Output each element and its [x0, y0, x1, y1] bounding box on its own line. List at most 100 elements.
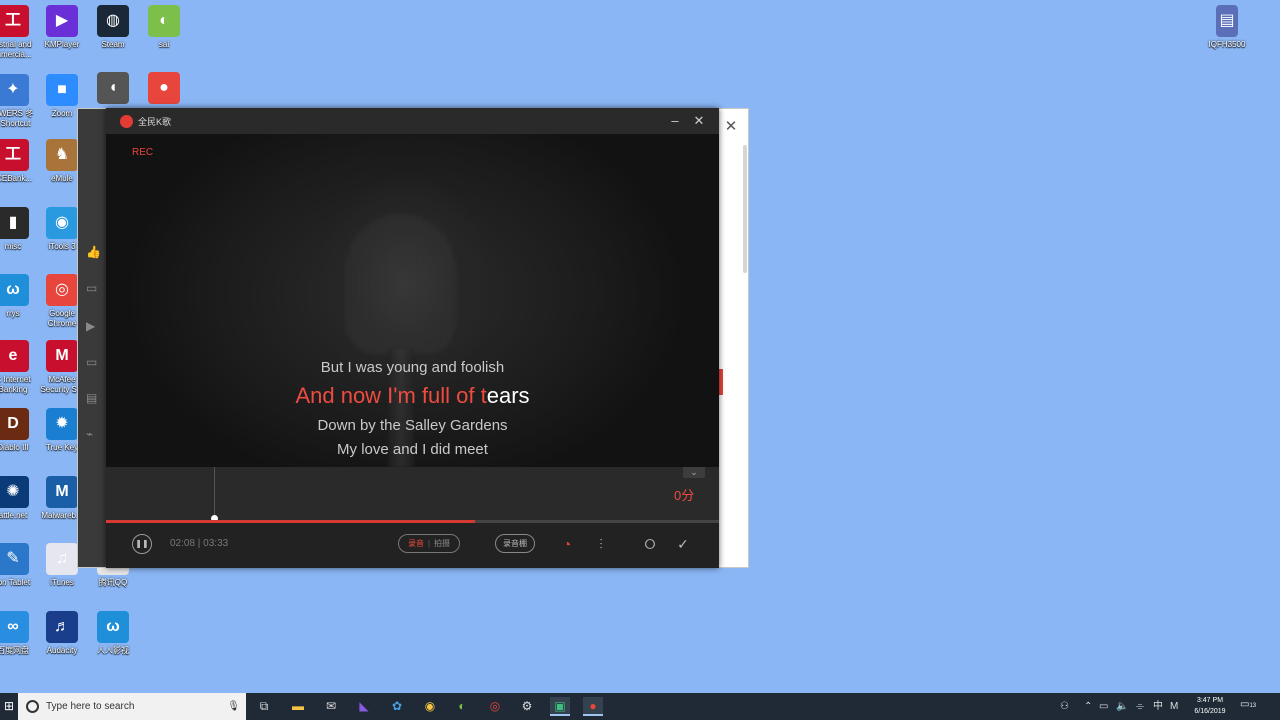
karaoke-taskbar-icon[interactable]: ●: [583, 697, 603, 716]
document-shortcut[interactable]: ▤ IQFH3500: [1200, 5, 1254, 50]
bank-shortcut[interactable]: 工 ICEBank...: [0, 139, 40, 184]
shortcut-label: Audacity: [46, 646, 78, 655]
taskbar-search[interactable]: Type here to search 🎙: [18, 693, 246, 720]
like-icon[interactable]: 👍: [86, 245, 102, 259]
shortcut-label: 腾讯QQ: [98, 578, 128, 587]
karaoke-window[interactable]: 全民K歌 – ✕ REC But I was young and foolish…: [106, 108, 719, 568]
shortcut-label: attle.net: [0, 511, 28, 520]
volume-icon[interactable]: 🔈: [1116, 693, 1128, 720]
rrys-shortcut[interactable]: ω 人人影视: [86, 611, 140, 656]
people-icon[interactable]: ⚇: [1060, 693, 1069, 720]
shortcut-label: rrys: [6, 309, 20, 318]
clock[interactable]: 3:47 PM 6/16/2019: [1186, 695, 1234, 717]
shortcut-label: C Internet Banking: [0, 375, 31, 394]
app-icon[interactable]: ✿: [387, 697, 407, 716]
karaoke-shortcut[interactable]: ●: [137, 72, 191, 107]
chevron-up-icon[interactable]: ⌃: [1084, 693, 1092, 720]
folder-shortcut[interactable]: ▮ misc: [0, 207, 40, 252]
diablo-icon: D: [0, 408, 29, 440]
video-icon[interactable]: ▶: [86, 319, 102, 333]
kmplayer-shortcut[interactable]: ▶ KMPlayer: [35, 5, 89, 50]
shortcut-label: OWERS 冬 - Shortcut: [0, 109, 34, 128]
emule-icon: ♞: [46, 139, 78, 171]
truekey-icon: ✹: [46, 408, 78, 440]
microphone-icon[interactable]: 🎙: [227, 701, 240, 712]
tray-app-icon[interactable]: ▭: [1099, 693, 1108, 720]
comment-icon[interactable]: ▭: [86, 281, 102, 295]
shortcut-label: 人人影视: [97, 646, 129, 655]
rrys-icon: ω: [97, 611, 129, 643]
bank-shortcut[interactable]: 工 ustrial and mmercia...: [0, 5, 40, 60]
mail-icon[interactable]: ✉: [321, 697, 341, 716]
star-shortcut[interactable]: ✦ OWERS 冬 - Shortcut: [0, 74, 40, 129]
equalizer-icon[interactable]: ⫶: [591, 534, 611, 554]
shortcut-label: ICEBank...: [0, 174, 33, 183]
background-sidebar: 👍 ▭ ▶ ▭ ▤ ⌁: [78, 109, 108, 567]
pause-button[interactable]: ❚❚: [132, 534, 152, 554]
chrome-icon: ◎: [46, 274, 78, 306]
baidu-shortcut[interactable]: ∞ 百度网盘: [0, 611, 40, 656]
lyric-current-sung: And now I'm full of t: [295, 383, 487, 408]
windows-start-icon[interactable]: ⊞: [0, 693, 18, 720]
lyric-previous: But I was young and foolish: [320, 359, 505, 376]
search-placeholder[interactable]: Type here to search: [46, 701, 227, 712]
karaoke-video-area: REC But I was young and foolish And now …: [106, 134, 719, 467]
rec-indicator: REC: [132, 147, 154, 158]
settings-icon[interactable]: ⚙: [517, 697, 537, 716]
speaker-shortcut[interactable]: ◖: [86, 72, 140, 107]
mode-video-label[interactable]: 拍摄: [434, 538, 450, 549]
malwarebytes-icon: M: [46, 476, 78, 508]
notification-icon[interactable]: ▭13: [1240, 699, 1256, 713]
loop-icon[interactable]: ⭘: [640, 534, 660, 554]
shortcut-label: Steam: [101, 40, 125, 49]
app-icon-2[interactable]: ◉: [420, 697, 440, 716]
baidu-icon: ∞: [0, 611, 29, 643]
taskbar: ⊞ Type here to search 🎙 ⧉ ▬ ✉ ◣ ✿ ◉ ◐ ◎ …: [0, 693, 1280, 720]
chrome-taskbar-icon[interactable]: ◎: [485, 697, 505, 716]
studio-button[interactable]: 录音棚: [495, 534, 535, 553]
background-close-icon[interactable]: ✕: [721, 117, 741, 137]
ie-shortcut[interactable]: e C Internet Banking: [0, 340, 40, 395]
document-icon: ▤: [1216, 5, 1238, 37]
background-scrollbar[interactable]: [743, 145, 747, 273]
pitch-cursor-line: [214, 467, 215, 519]
app-icon-3[interactable]: ▣: [550, 697, 570, 716]
time-display: 02:08 | 03:33: [170, 538, 229, 549]
screen-icon[interactable]: ▭: [86, 355, 102, 369]
audacity-shortcut[interactable]: ♬ Audacity: [35, 611, 89, 656]
lyric-next-1: Down by the Salley Gardens: [317, 417, 508, 434]
tablet-shortcut[interactable]: ✎ ion Tablet: [0, 543, 40, 588]
mic-icon[interactable]: ⌁: [86, 427, 102, 441]
check-icon[interactable]: ✓: [673, 534, 693, 554]
file-explorer-icon[interactable]: ▬: [288, 697, 308, 716]
chevron-down-icon[interactable]: ⌄: [683, 467, 705, 478]
clock-time: 3:47 PM: [1196, 697, 1224, 704]
ime-mode-icon[interactable]: M: [1170, 693, 1178, 720]
mode-record-label[interactable]: 录音: [408, 538, 424, 549]
speedometer-icon[interactable]: ◔: [557, 534, 577, 554]
sai-taskbar-icon[interactable]: ◐: [452, 697, 472, 716]
diablo-shortcut[interactable]: D Diablo III: [0, 408, 40, 453]
ktv-icon[interactable]: ▤: [86, 391, 102, 405]
karaoke-title: 全民K歌: [138, 116, 172, 127]
visual-studio-icon[interactable]: ◣: [354, 697, 374, 716]
task-view-icon[interactable]: ⧉: [254, 697, 274, 716]
lyric-next-2: My love and I did meet: [337, 441, 488, 458]
lyric-current-unsung: ears: [486, 383, 530, 408]
network-icon[interactable]: ⌯: [1136, 693, 1144, 720]
close-button[interactable]: ✕: [690, 112, 708, 130]
audacity-icon: ♬: [46, 611, 78, 643]
battlenet-icon: ✺: [0, 476, 29, 508]
minimize-button[interactable]: –: [666, 112, 684, 130]
battlenet-shortcut[interactable]: ✺ attle.net: [0, 476, 40, 521]
shortcut-label: ion Tablet: [0, 578, 31, 587]
karaoke-titlebar[interactable]: 全民K歌 – ✕: [106, 108, 719, 134]
rrys-shortcut[interactable]: ω rrys: [0, 274, 40, 319]
steam-shortcut[interactable]: ◍ Steam: [86, 5, 140, 50]
input-method-icon[interactable]: 中: [1153, 693, 1163, 720]
record-mode-toggle[interactable]: 录音 | 拍摄: [398, 534, 460, 553]
shortcut-label: 百度网盘: [0, 646, 29, 655]
microphone-image: [346, 214, 456, 354]
sai-shortcut[interactable]: ◐ sai: [137, 5, 191, 50]
clock-date: 6/16/2019: [1194, 708, 1226, 715]
